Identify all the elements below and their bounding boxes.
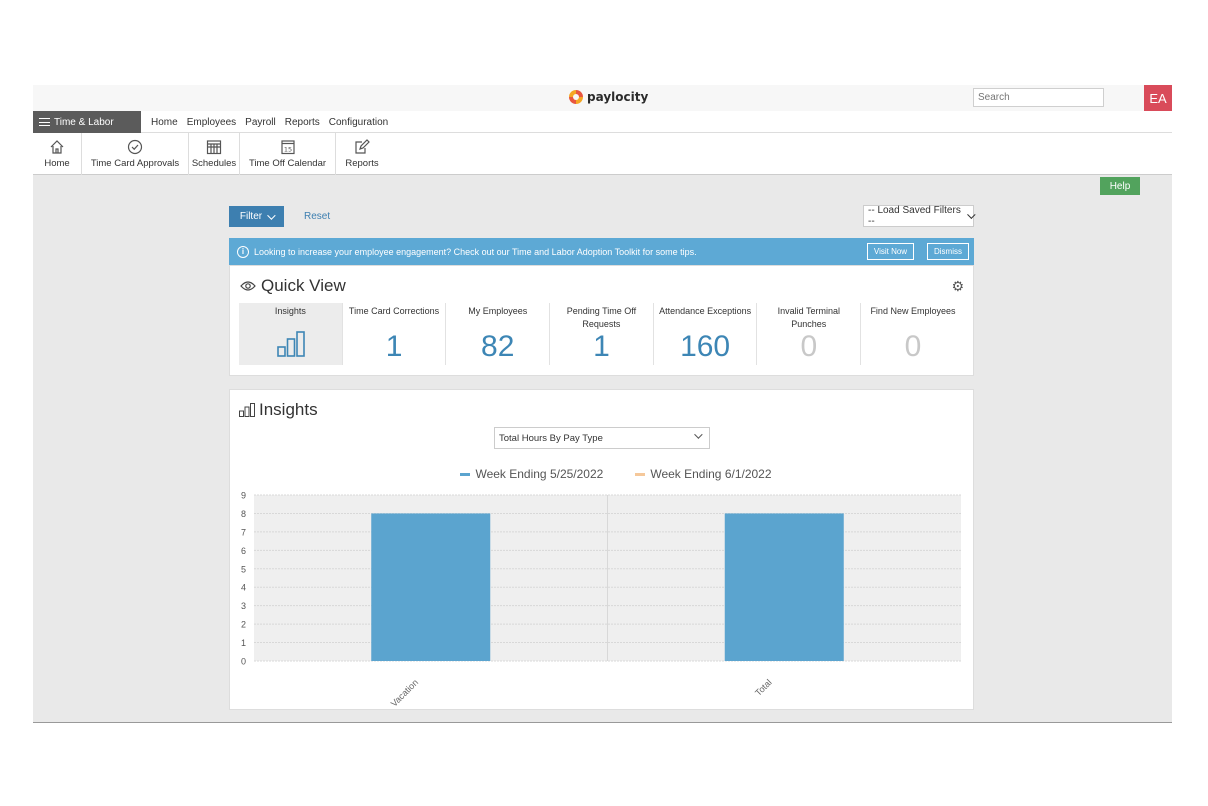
tile-value: 0 (800, 330, 818, 363)
visit-now-button[interactable]: Visit Now (867, 243, 914, 260)
info-banner: i Looking to increase your employee enga… (229, 238, 974, 265)
calendar-day-text: 15 (283, 145, 291, 153)
y-tick-label: 2 (241, 620, 246, 630)
y-tick-label: 6 (241, 546, 246, 556)
tile-attendance-exceptions[interactable]: Attendance Exceptions 160 (654, 303, 758, 365)
legend-label: Week Ending 6/1/2022 (650, 467, 772, 481)
tile-invalid-terminal-punches[interactable]: Invalid Terminal Punches 0 (757, 303, 862, 365)
y-tick-label: 3 (241, 601, 246, 611)
y-tick-label: 4 (241, 583, 246, 593)
nav-employees[interactable]: Employees (187, 117, 236, 128)
schedule-grid-icon (206, 139, 222, 155)
user-avatar[interactable]: EA (1144, 85, 1172, 111)
calendar-15-icon: 15 (280, 139, 296, 155)
eye-icon (240, 281, 256, 291)
chevron-down-icon (694, 430, 703, 439)
y-tick-label: 9 (241, 491, 246, 501)
bar-chart-icon (277, 331, 305, 357)
tile-label: Time Card Corrections (348, 306, 440, 316)
search-input[interactable] (973, 88, 1104, 107)
chart-legend: Week Ending 5/25/2022 Week Ending 6/1/20… (230, 467, 975, 481)
toolbar-time-off-calendar[interactable]: 15 Time Off Calendar (240, 133, 336, 175)
tile-label: Attendance Exceptions (659, 306, 752, 316)
y-tick-label: 1 (241, 638, 246, 648)
tile-value: 0 (904, 330, 922, 363)
icon-toolbar: Home Time Card Approvals Schedules 15 Ti… (33, 133, 1172, 175)
tile-label: Insights (274, 306, 306, 316)
toolbar-reports-label: Reports (345, 158, 379, 169)
help-button[interactable]: Help (1100, 177, 1140, 195)
insights-panel: Insights Total Hours By Pay Type Week En… (229, 389, 974, 710)
chevron-down-icon (967, 210, 976, 219)
toolbar-schedules[interactable]: Schedules (189, 133, 240, 175)
dismiss-button[interactable]: Dismiss (927, 243, 969, 260)
main-nav: Time & Labor Home Employees Payroll Repo… (33, 111, 1172, 133)
tile-find-new-employees[interactable]: Find New Employees 0 (861, 303, 965, 365)
toolbar-home-label: Home (44, 158, 70, 169)
tile-label: Pending Time Off Requests (566, 306, 637, 329)
tile-pending-time-off[interactable]: Pending Time Off Requests 1 (550, 303, 654, 365)
bar-vacation-0 (371, 513, 491, 661)
nav-home[interactable]: Home (151, 117, 178, 128)
toolbar-schedules-label: Schedules (191, 158, 237, 169)
tile-label: Invalid Terminal Punches (777, 306, 840, 329)
filter-label: Filter (239, 211, 263, 222)
banner-text: Looking to increase your employee engage… (254, 246, 697, 257)
tile-time-card-corrections[interactable]: Time Card Corrections 1 (343, 303, 447, 365)
top-bar: paylocity EA (33, 85, 1172, 111)
toolbar-home[interactable]: Home (33, 133, 82, 175)
toolbar-time-card-approvals[interactable]: Time Card Approvals (82, 133, 189, 175)
quick-view-panel: Quick View ⚙ Insights Time Card Correcti… (229, 265, 974, 376)
legend-item[interactable]: Week Ending 6/1/2022 (635, 467, 772, 481)
logo-text: paylocity (587, 90, 649, 104)
nav-configuration[interactable]: Configuration (329, 117, 388, 128)
info-icon: i (237, 245, 249, 258)
insights-title: Insights (259, 400, 318, 419)
legend-swatch (460, 472, 471, 476)
saved-filters-select[interactable]: -- Load Saved Filters -- (863, 205, 976, 227)
y-tick-label: 8 (241, 509, 246, 519)
reset-link[interactable]: Reset (304, 211, 330, 222)
y-tick-label: 0 (241, 657, 246, 667)
toolbar-reports[interactable]: Reports (336, 133, 388, 175)
legend-item[interactable]: Week Ending 5/25/2022 (460, 467, 603, 481)
saved-filters-label: -- Load Saved Filters -- (868, 205, 961, 227)
module-menu-button[interactable]: Time & Labor (33, 111, 141, 133)
x-tick-label: Vacation (389, 677, 420, 708)
y-tick-label: 5 (241, 564, 246, 574)
nav-reports[interactable]: Reports (285, 117, 320, 128)
x-tick-label: Total (753, 677, 774, 698)
nav-payroll[interactable]: Payroll (245, 117, 276, 128)
bar-chart: 0 1 2 3 4 5 6 7 8 9 Vacation Total (241, 491, 961, 709)
bar-chart-icon (239, 403, 255, 417)
check-circle-icon (127, 139, 143, 155)
tile-label: Find New Employees (870, 306, 956, 316)
tile-value: 1 (593, 330, 610, 363)
tile-value: 1 (385, 330, 403, 363)
insight-type-value: Total Hours By Pay Type (499, 432, 603, 444)
chevron-down-icon (267, 210, 276, 220)
tile-insights[interactable]: Insights (239, 303, 343, 365)
tile-value: 82 (481, 330, 515, 363)
filter-button[interactable]: Filter (229, 206, 284, 227)
home-icon (49, 139, 65, 155)
legend-label: Week Ending 5/25/2022 (475, 467, 604, 481)
toolbar-tca-label: Time Card Approvals (90, 158, 180, 169)
paylocity-logo-icon (569, 90, 583, 104)
tile-label: My Employees (468, 306, 528, 316)
gear-icon[interactable]: ⚙ (951, 278, 964, 295)
paylocity-logo[interactable]: paylocity (569, 90, 648, 104)
module-label: Time & Labor (54, 116, 114, 128)
quick-view-title: Quick View (261, 276, 346, 295)
y-tick-label: 7 (241, 527, 246, 537)
app-window: paylocity EA Time & Labor Home Employees… (33, 85, 1172, 723)
insight-type-select[interactable]: Total Hours By Pay Type (494, 427, 710, 449)
tile-my-employees[interactable]: My Employees 82 (446, 303, 551, 365)
toolbar-toc-label: Time Off Calendar (248, 158, 327, 169)
bar-total-0 (724, 513, 844, 661)
hamburger-icon (39, 118, 50, 126)
legend-swatch (635, 472, 646, 476)
edit-report-icon (354, 139, 370, 155)
tile-value: 160 (680, 330, 731, 363)
